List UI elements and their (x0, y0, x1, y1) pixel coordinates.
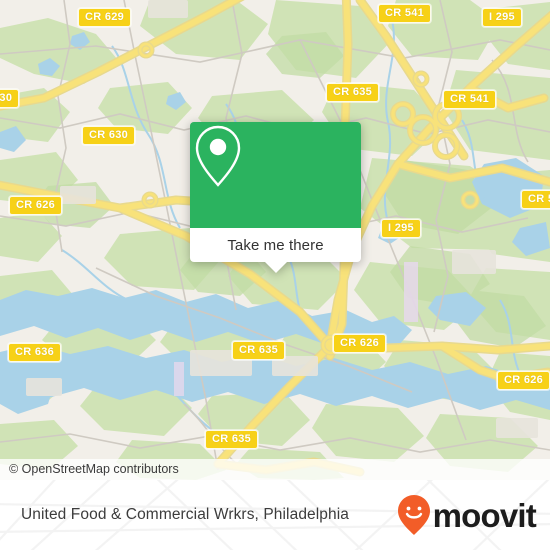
road-shield[interactable]: CR 5 (521, 190, 550, 209)
moovit-pin-icon (397, 495, 430, 535)
road-shield[interactable]: 130 (0, 89, 20, 108)
footer-bar: United Food & Commercial Wrkrs, Philadel… (0, 480, 550, 550)
road-shield[interactable]: CR 630 (82, 126, 136, 145)
road-shield[interactable]: CR 541 (443, 90, 497, 109)
road-shield[interactable]: I 295 (482, 8, 522, 27)
osm-attribution[interactable]: © OpenStreetMap contributors (0, 459, 550, 480)
road-shield[interactable]: CR 635 (326, 83, 380, 102)
road-shield[interactable]: CR 635 (205, 430, 259, 449)
location-callout[interactable]: Take me there (190, 122, 361, 273)
take-me-there-label: Take me there (227, 236, 324, 254)
road-shield[interactable]: CR 541 (378, 4, 432, 23)
road-shield[interactable]: CR 629 (78, 8, 132, 27)
callout-header (190, 122, 361, 228)
callout-action[interactable]: Take me there (190, 228, 361, 273)
road-shield[interactable]: CR 626 (9, 196, 63, 215)
road-shield[interactable]: I 295 (381, 219, 421, 238)
road-shield[interactable]: CR 626 (333, 334, 387, 353)
moovit-wordmark: moovit (432, 496, 537, 534)
map-pin-icon (195, 125, 241, 187)
road-shield[interactable]: CR 636 (8, 343, 62, 362)
callout-tail (264, 262, 287, 273)
moovit-logo[interactable]: moovit (397, 480, 537, 550)
place-caption: United Food & Commercial Wrkrs, Philadel… (21, 506, 350, 523)
road-shield[interactable]: CR 635 (232, 341, 286, 360)
map-canvas[interactable]: CR 629 CR 541 I 295 CR 635 CR 541 130 CR… (0, 0, 550, 480)
road-shield[interactable]: CR 626 (497, 371, 550, 390)
